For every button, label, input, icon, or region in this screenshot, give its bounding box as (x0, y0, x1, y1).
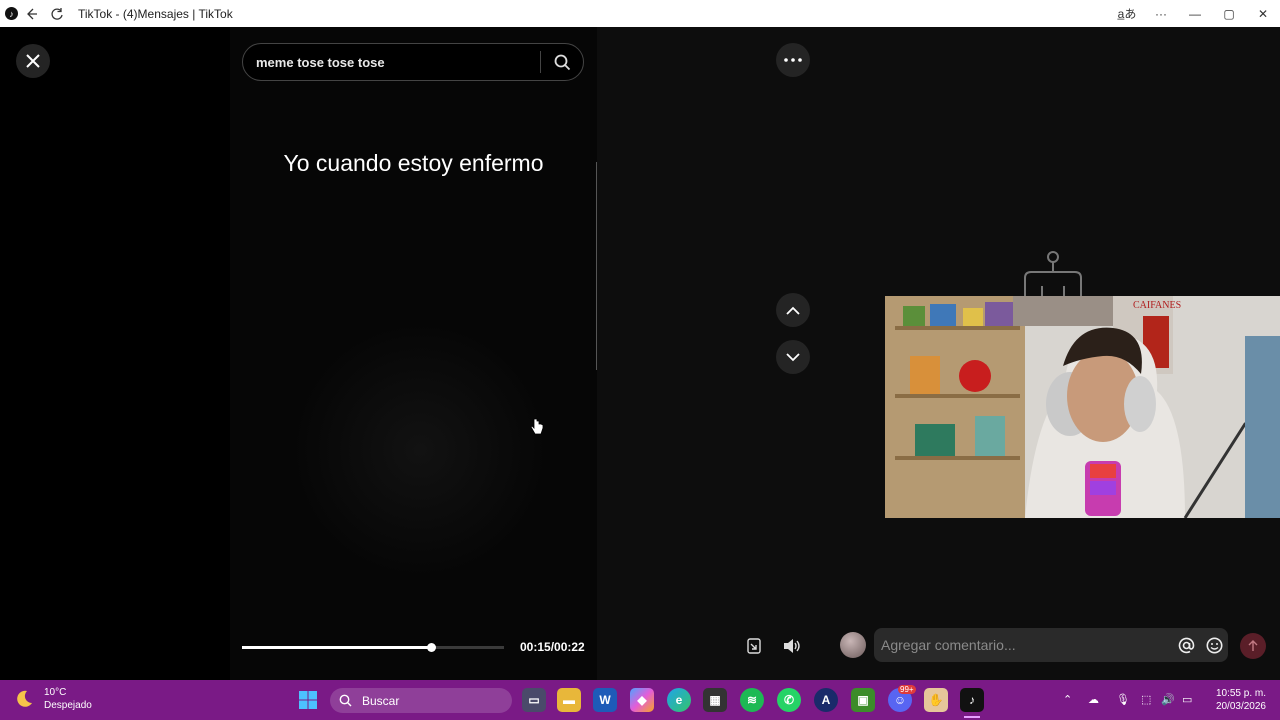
browser-titlebar: ♪ TikTok - (4)Mensajes | TikTok a̲あ ··· … (0, 0, 1280, 27)
spotify-icon[interactable]: ≋ (740, 688, 764, 712)
search-icon (339, 694, 352, 707)
taskbar-search[interactable]: Buscar (330, 688, 512, 713)
word-icon[interactable]: W (593, 688, 617, 712)
app-icon[interactable]: A (814, 688, 838, 712)
weather-temp: 10°C (44, 687, 67, 698)
close-icon[interactable]: ✕ (1246, 0, 1280, 27)
store-icon[interactable]: ▦ (703, 688, 727, 712)
notification-badge: 99+ (898, 685, 916, 694)
progress-thumb[interactable] (426, 643, 436, 652)
next-video-button[interactable] (776, 340, 810, 374)
search-icon[interactable] (541, 44, 583, 80)
tiktok-logo-icon: ♪ (5, 7, 18, 20)
pip-icon (747, 638, 761, 654)
close-video-button[interactable] (16, 44, 50, 78)
volume-icon[interactable]: 🔊 (1161, 693, 1175, 706)
ellipsis-icon (784, 58, 802, 62)
tiktok-taskbar-icon[interactable]: ♪ (960, 688, 984, 712)
battery-icon[interactable]: ▭ (1182, 693, 1192, 706)
video-progress-bar[interactable] (242, 643, 504, 652)
system-clock[interactable]: 10:55 p. m. 20/03/2026 (1202, 687, 1266, 713)
refresh-icon[interactable] (44, 0, 70, 27)
microphone-icon[interactable]: 🎙 (1116, 693, 1130, 706)
speaker-icon (784, 639, 800, 653)
search-input[interactable]: meme tose tose tose (243, 55, 540, 70)
comment-input[interactable] (874, 637, 1172, 653)
progress-fill (242, 646, 431, 649)
more-icon[interactable]: ··· (1144, 0, 1178, 27)
whatsapp-icon[interactable]: ✆ (777, 688, 801, 712)
clock-time: 10:55 p. m. (1215, 688, 1266, 699)
translate-icon[interactable]: a̲あ (1110, 0, 1144, 27)
minimize-icon[interactable]: — (1178, 0, 1212, 27)
search-bar[interactable]: meme tose tose tose (242, 43, 584, 81)
moon-icon (17, 690, 32, 707)
minecraft-icon[interactable]: ▣ (851, 688, 875, 712)
volume-button[interactable] (777, 631, 807, 661)
mention-icon[interactable] (1172, 637, 1200, 654)
edge-icon[interactable]: e (667, 688, 691, 712)
picture-in-picture-button[interactable] (739, 631, 769, 661)
close-icon (26, 54, 40, 68)
arrow-up-icon (1248, 640, 1258, 651)
windows-start-icon[interactable] (296, 688, 320, 712)
left-panel (0, 27, 230, 680)
comment-box[interactable] (874, 628, 1228, 662)
video-time: 00:15/00:22 (520, 640, 585, 654)
caifanes-sign: CAIFANES (1133, 300, 1181, 311)
mic-stand-graphic (1024, 251, 1082, 300)
previous-video-button[interactable] (776, 293, 810, 327)
webcam-overlay: CAIFANES (885, 296, 1280, 518)
window-title: TikTok - (4)Mensajes | TikTok (78, 6, 233, 21)
chevron-down-icon (786, 352, 800, 361)
taskbar-search-label: Buscar (362, 693, 400, 708)
app-icon-2[interactable]: ✋ (924, 688, 948, 712)
hand-cursor-icon (530, 418, 544, 441)
back-icon[interactable] (18, 0, 44, 27)
display-icon[interactable]: ⬚ (1141, 693, 1151, 706)
more-options-button[interactable] (776, 43, 810, 77)
weather-desc: Despejado (44, 700, 92, 711)
chevron-up-icon (786, 306, 800, 315)
file-explorer-icon[interactable]: ▬ (557, 688, 581, 712)
active-app-indicator (964, 716, 980, 718)
video-frame (290, 320, 550, 580)
maximize-icon[interactable]: ▢ (1212, 0, 1246, 27)
emoji-icon[interactable] (1200, 637, 1228, 654)
send-comment-button[interactable] (1240, 633, 1266, 659)
clock-date: 20/03/2026 (1215, 701, 1266, 712)
weather-widget[interactable]: 10°C Despejado (14, 686, 92, 712)
user-avatar (840, 632, 866, 658)
chevron-up-icon[interactable]: ⌃ (1063, 693, 1072, 706)
copilot-icon[interactable]: ◆ (630, 688, 654, 712)
task-view-icon[interactable]: ▭ (522, 688, 546, 712)
video-caption: Yo cuando estoy enfermo (283, 150, 544, 176)
cloud-icon[interactable]: ☁ (1088, 693, 1099, 706)
